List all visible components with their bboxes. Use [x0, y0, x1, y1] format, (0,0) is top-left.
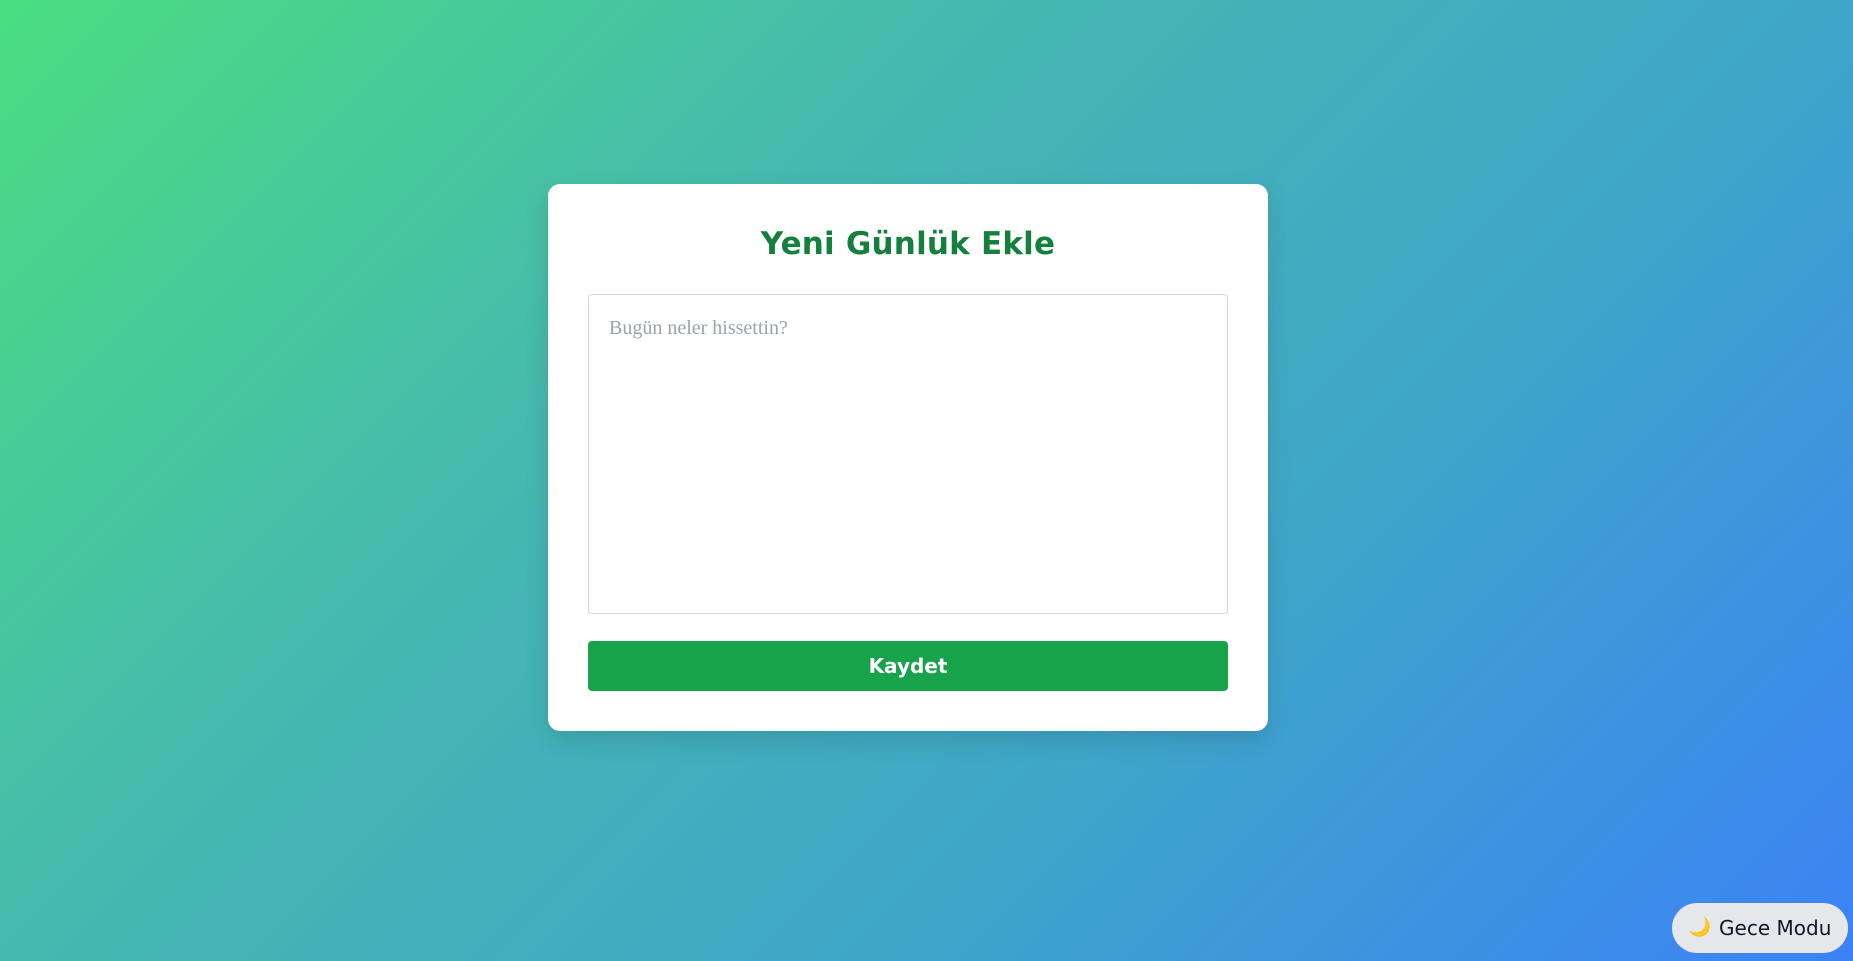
page-title: Yeni Günlük Ekle	[760, 226, 1056, 262]
new-entry-card: Yeni Günlük Ekle Kaydet	[548, 184, 1268, 731]
save-button[interactable]: Kaydet	[588, 641, 1228, 691]
night-mode-label: Gece Modu	[1719, 916, 1832, 940]
diary-entry-textarea[interactable]	[588, 294, 1228, 614]
crescent-moon-icon: 🌙	[1688, 917, 1712, 938]
night-mode-toggle-button[interactable]: 🌙 Gece Modu	[1672, 903, 1848, 953]
